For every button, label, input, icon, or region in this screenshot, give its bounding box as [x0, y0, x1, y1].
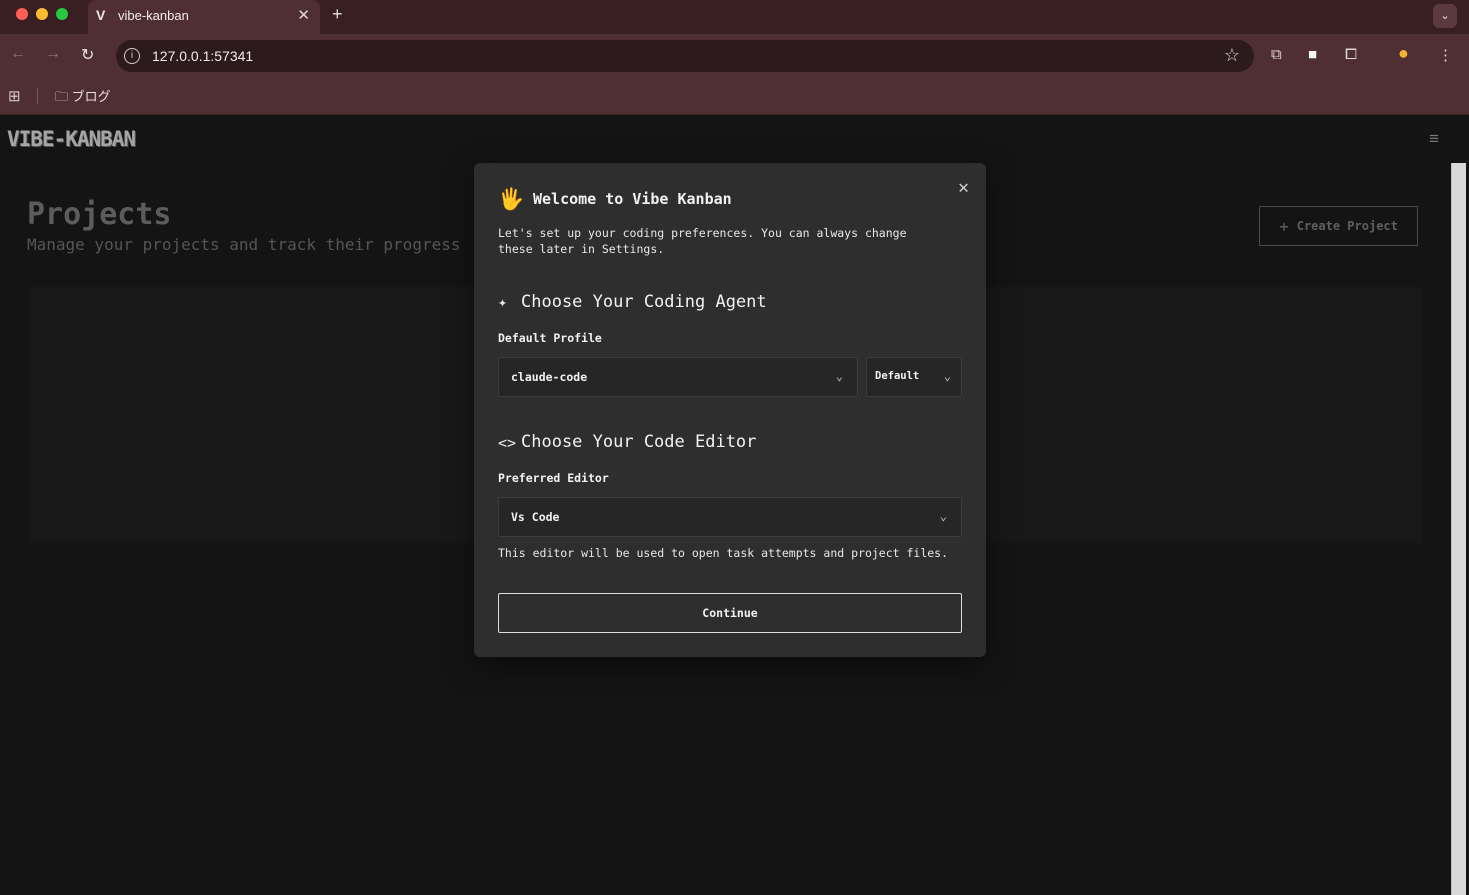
- reload-button[interactable]: ↻: [81, 45, 94, 65]
- create-project-label: Create Project: [1296, 219, 1398, 233]
- code-editor-heading: Choose Your Code Editor: [521, 432, 757, 452]
- apps-grid-icon[interactable]: ⊞: [8, 87, 21, 105]
- editor-select-value: Vs Code: [511, 510, 560, 524]
- chevron-down-icon: ⌄: [835, 369, 843, 383]
- url-text[interactable]: 127.0.0.1:57341: [152, 48, 253, 64]
- app-logo[interactable]: VIBE-KANBAN: [7, 127, 136, 151]
- profile-select-value: claude-code: [511, 370, 588, 384]
- tab-search-button[interactable]: ⌄: [1433, 4, 1457, 28]
- editor-select[interactable]: Vs Code ⌄: [498, 497, 962, 537]
- variant-select[interactable]: Default ⌄: [866, 357, 962, 397]
- close-icon[interactable]: ✕: [958, 177, 969, 198]
- hand-icon: 🖐: [498, 187, 525, 211]
- profile-square-icon[interactable]: ■: [1308, 46, 1317, 63]
- page-title: Projects: [27, 197, 172, 232]
- folder-icon: 🗀: [55, 89, 69, 104]
- bookmarks-bar: ⊞ 🗀 ブログ: [0, 78, 1469, 115]
- onboarding-dialog: ✕ 🖐 Welcome to Vibe Kanban Let's set up …: [474, 163, 986, 657]
- tab-close-icon[interactable]: ✕: [297, 6, 310, 24]
- forward-button[interactable]: →: [45, 45, 61, 63]
- chevron-down-icon: ⌄: [943, 369, 951, 383]
- browser-tab[interactable]: V vibe-kanban ✕: [88, 0, 320, 34]
- page-subtitle: Manage your projects and track their pro…: [27, 235, 461, 254]
- cast-icon[interactable]: ⧉: [1271, 46, 1282, 63]
- create-project-button[interactable]: + Create Project: [1259, 206, 1418, 246]
- avatar-icon[interactable]: ●: [1398, 43, 1409, 64]
- coding-agent-heading: Choose Your Coding Agent: [521, 292, 767, 312]
- code-icon: <>: [498, 434, 517, 452]
- browser-tabstrip: V vibe-kanban ✕ + ⌄: [0, 0, 1469, 34]
- extensions-icon[interactable]: ⧠: [1345, 46, 1357, 63]
- bookmark-folder-label: ブログ: [71, 89, 111, 104]
- tab-title: vibe-kanban: [118, 8, 189, 23]
- sparkles-icon: ✦: [498, 293, 508, 311]
- new-tab-button[interactable]: +: [332, 4, 343, 25]
- variant-select-value: Default: [875, 370, 920, 382]
- window-maximize-button[interactable]: [56, 8, 68, 20]
- scrollbar[interactable]: [1451, 163, 1466, 895]
- preferred-editor-label: Preferred Editor: [498, 471, 609, 485]
- window-minimize-button[interactable]: [36, 8, 48, 20]
- back-button[interactable]: ←: [10, 45, 26, 63]
- dialog-title: Welcome to Vibe Kanban: [533, 190, 732, 208]
- bookmark-star-icon[interactable]: ☆: [1224, 45, 1240, 66]
- browser-toolbar: ← → ↻ i 127.0.0.1:57341 ☆ ⧉ ■ ⧠ ● ⋮: [0, 34, 1469, 78]
- continue-button[interactable]: Continue: [498, 593, 962, 633]
- bookmark-folder[interactable]: 🗀 ブログ: [55, 86, 111, 110]
- bookmarks-divider: [37, 88, 38, 104]
- address-bar[interactable]: i 127.0.0.1:57341 ☆: [116, 40, 1254, 72]
- dialog-description: Let's set up your coding preferences. Yo…: [498, 226, 907, 256]
- chevron-down-icon: ⌄: [939, 509, 947, 523]
- tab-favicon-icon: V: [96, 7, 106, 23]
- default-profile-label: Default Profile: [498, 331, 602, 345]
- profile-select[interactable]: claude-code ⌄: [498, 357, 858, 397]
- site-info-icon[interactable]: i: [124, 48, 140, 64]
- browser-menu-icon[interactable]: ⋮: [1438, 46, 1453, 64]
- window-close-button[interactable]: [16, 8, 28, 20]
- editor-help-text: This editor will be used to open task at…: [498, 546, 949, 560]
- plus-icon: +: [1279, 216, 1289, 236]
- hamburger-menu-icon[interactable]: ≡: [1429, 129, 1439, 149]
